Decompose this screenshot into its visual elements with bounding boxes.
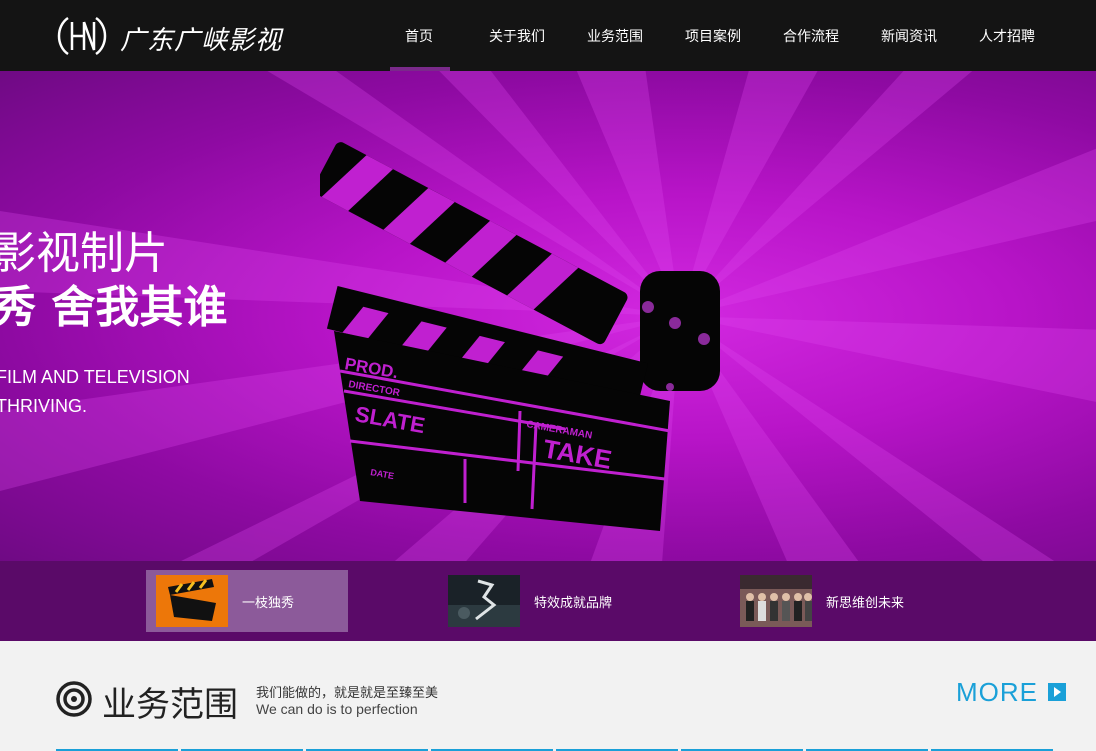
banner-thumbnails: 一枝独秀 特效成就品牌 新思维创未来 <box>0 561 1096 641</box>
banner-english-line1: FILM AND TELEVISION <box>0 367 190 387</box>
arrow-right-icon <box>1048 683 1066 701</box>
thumbnail-label: 特效成就品牌 <box>534 595 613 611</box>
logo-mark-icon <box>57 16 107 56</box>
main-nav: 首页 关于我们 业务范围 项目案例 合作流程 新闻资讯 人才招聘 <box>370 0 1056 71</box>
section-subtitle-en: We can do is to perfection <box>256 701 418 717</box>
thumbnail-image <box>740 575 812 627</box>
clapperboard-icon: PROD. DIRECTOR SLATE CAMERAMAN TAKE DATE <box>320 142 720 531</box>
services-section: 业务范围 我们能做的，就是就是至臻至美 We can do is to perf… <box>0 641 1096 751</box>
banner-title-line2: 秀 舍我其谁 <box>0 282 228 333</box>
thumbnail-item[interactable]: 一枝独秀 <box>146 570 348 632</box>
nav-item-cases[interactable]: 项目案例 <box>664 0 762 71</box>
thumbnail-image <box>156 575 228 627</box>
thumbnail-label: 一枝独秀 <box>242 595 295 611</box>
thumbnail-image <box>448 575 520 627</box>
more-link[interactable]: MORE <box>956 677 1066 707</box>
thumbnail-label: 新思维创未来 <box>826 595 905 611</box>
logo-text: 广东广峡影视 <box>120 26 283 56</box>
section-subtitle-cn: 我们能做的，就是就是至臻至美 <box>256 686 439 701</box>
movie-poster-thumb-icon <box>448 575 520 627</box>
nav-item-process[interactable]: 合作流程 <box>762 0 860 71</box>
logo[interactable]: 广东广峡影视 <box>54 12 281 60</box>
nav-item-home[interactable]: 首页 <box>370 0 468 71</box>
site-header: 广东广峡影视 首页 关于我们 业务范围 项目案例 合作流程 新闻资讯 人才招聘 <box>0 0 1096 71</box>
nav-item-services[interactable]: 业务范围 <box>566 0 664 71</box>
clapper-thumb-icon <box>156 575 228 627</box>
group-photo-thumb-icon <box>740 575 812 627</box>
nav-item-careers[interactable]: 人才招聘 <box>958 0 1056 71</box>
nav-item-news[interactable]: 新闻资讯 <box>860 0 958 71</box>
thumbnail-item[interactable]: 新思维创未来 <box>730 570 932 632</box>
hero-banner[interactable]: PROD. DIRECTOR SLATE CAMERAMAN TAKE DATE… <box>0 71 1096 561</box>
target-icon <box>56 681 92 717</box>
section-title: 业务范围 <box>102 685 238 725</box>
nav-item-about[interactable]: 关于我们 <box>468 0 566 71</box>
more-label: MORE <box>956 676 1038 707</box>
banner-english-line2: THRIVING. <box>0 396 88 416</box>
thumbnail-item[interactable]: 特效成就品牌 <box>438 570 640 632</box>
